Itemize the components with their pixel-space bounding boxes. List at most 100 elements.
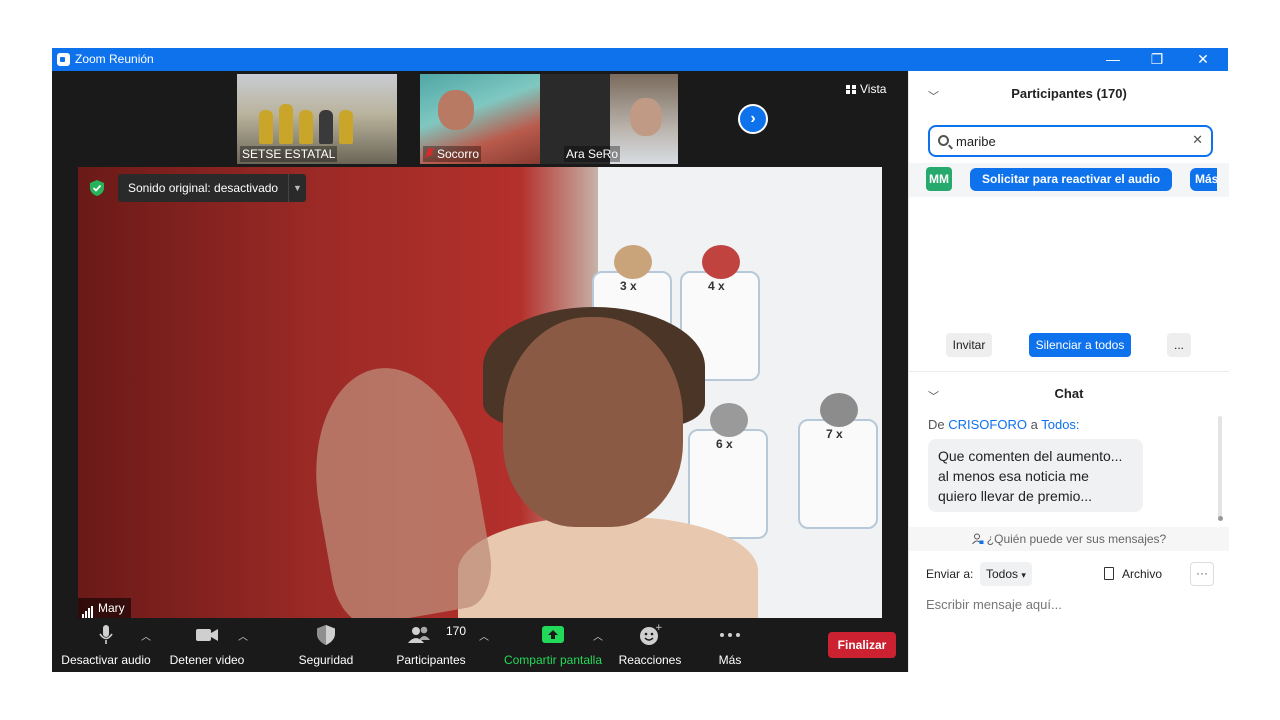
chevron-down-icon[interactable]: ▼ [288, 174, 306, 202]
signal-strength-icon [82, 598, 94, 618]
share-screen-button[interactable]: Compartir pantalla [500, 618, 606, 672]
send-to-label: Enviar a: [926, 567, 974, 581]
video-options-caret[interactable]: ︿ [238, 628, 248, 643]
more-button[interactable]: Más [702, 618, 758, 672]
reactions-button[interactable]: + Reacciones [616, 618, 684, 672]
audio-options-caret[interactable]: ︿ [141, 628, 151, 643]
mute-all-button[interactable]: Silenciar a todos [1029, 333, 1131, 357]
from-prefix: De [928, 417, 945, 432]
chat-more-button[interactable]: ··· [1190, 562, 1214, 586]
thumbnail-video[interactable]: Socorro [420, 74, 540, 164]
next-page-button[interactable]: › [738, 104, 768, 134]
chat-panel-title: Chat [1054, 386, 1084, 401]
share-options-caret[interactable]: ︿ [593, 628, 603, 643]
title-bar: Zoom Reunión — ❐ ✕ [52, 48, 1228, 71]
chat-scrollbar[interactable] [1218, 416, 1222, 520]
more-label: Más [718, 653, 742, 667]
who-can-see-messages-link[interactable]: ¿Quién puede ver sus mensajes? [909, 527, 1229, 551]
invite-button[interactable]: Invitar [946, 333, 992, 357]
mic-muted-icon [424, 147, 435, 159]
chat-message-line: Que comenten del aumento... [938, 448, 1123, 464]
file-icon [1104, 567, 1114, 580]
participant-name: Socorro [423, 146, 482, 162]
security-button[interactable]: Seguridad [288, 618, 364, 672]
mute-audio-button[interactable]: Desactivar audio [58, 618, 154, 672]
participant-more-button[interactable]: Más [1190, 168, 1217, 191]
share-screen-label: Compartir pantalla [503, 653, 603, 667]
participant-name: Ara SeRo [564, 146, 621, 162]
window-title: Zoom Reunión [75, 52, 154, 66]
participants-more-button[interactable]: ... [1167, 333, 1191, 357]
participants-panel-title: Participantes (170) [1011, 86, 1127, 101]
scroll-thumb[interactable] [1218, 516, 1223, 521]
restore-button[interactable]: ❐ [1134, 48, 1180, 71]
stop-video-label: Detener video [169, 653, 245, 667]
participant-name-text: Socorro [437, 147, 480, 161]
poster-label: 6 x [716, 437, 733, 451]
participants-count: 170 [446, 624, 467, 638]
screen: Zoom Reunión — ❐ ✕ SETSE ESTATAL Socorro [0, 0, 1280, 720]
participant-name: SETSE ESTATAL [240, 146, 338, 162]
request-unmute-button[interactable]: Solicitar para reactivar el audio [970, 168, 1173, 191]
end-meeting-button[interactable]: Finalizar [828, 632, 896, 658]
view-label: Vista [860, 82, 887, 96]
stop-video-button[interactable]: Detener video [164, 618, 250, 672]
search-icon [938, 135, 949, 146]
mute-audio-label: Desactivar audio [61, 653, 151, 667]
speaker-name-tag: Mary [78, 598, 131, 618]
thumbnail-video[interactable] [610, 74, 678, 164]
security-label: Seguridad [298, 653, 354, 667]
participant-search-input[interactable] [956, 132, 1176, 150]
meeting-area: SETSE ESTATAL Socorro Ara SeRo › Vista 4… [52, 71, 908, 672]
participant-row[interactable]: MM Solicitar para reactivar el audio Más [909, 163, 1229, 197]
multiplication-poster: 6 x [688, 403, 768, 539]
original-sound-toggle[interactable]: Sonido original: desactivado ▼ [118, 174, 306, 202]
chevron-down-icon: ▾ [1021, 570, 1026, 580]
close-button[interactable]: ✕ [1180, 48, 1226, 71]
who-can-see-label: ¿Quién puede ver sus mensajes? [986, 532, 1167, 546]
original-sound-label: Sonido original: desactivado [128, 181, 279, 195]
chat-recipient: Todos: [1041, 417, 1080, 432]
zoom-app-icon [57, 53, 70, 66]
chat-sender[interactable]: CRISOFORO [948, 417, 1027, 432]
file-button[interactable]: Archivo [1104, 567, 1162, 581]
grid-view-icon [846, 85, 856, 94]
view-button[interactable]: Vista [846, 82, 886, 96]
svg-text:+: + [655, 624, 662, 633]
zoom-window: Zoom Reunión — ❐ ✕ SETSE ESTATAL Socorro [52, 48, 1229, 672]
chat-message-input[interactable] [926, 593, 1216, 615]
poster-label: 3 x [620, 279, 637, 293]
speaker-face [503, 317, 683, 527]
shield-icon [317, 625, 335, 645]
divider [909, 371, 1229, 372]
close-icon[interactable]: ✕ [1192, 132, 1203, 148]
chat-message-line: al menos esa noticia me [938, 468, 1089, 484]
chat-message-line: quiero llevar de premio... [938, 488, 1093, 504]
send-to-dropdown[interactable]: Todos ▾ [980, 562, 1032, 586]
video-camera-icon [196, 629, 218, 641]
poster-label: 7 x [826, 427, 843, 441]
microphone-icon [99, 625, 113, 644]
meeting-toolbar: Desactivar audio ︿ Detener video ︿ Segur… [52, 618, 908, 672]
smiley-add-icon: + [640, 624, 662, 645]
minimize-button[interactable]: — [1090, 48, 1136, 71]
person-lock-icon [971, 533, 984, 545]
chat-message-header: De CRISOFORO a Todos: [928, 417, 1080, 432]
participants-options-caret[interactable]: ︿ [479, 628, 489, 643]
avatar: MM [926, 167, 952, 191]
multiplication-poster: 7 x [798, 393, 878, 529]
poster-label: 4 x [708, 279, 725, 293]
participants-label: Participantes [396, 653, 466, 667]
send-to-value: Todos [986, 567, 1019, 581]
participants-button[interactable]: 170 Participantes [392, 618, 470, 672]
chat-message-bubble: Que comenten del aumento... al menos esa… [928, 439, 1143, 512]
reactions-label: Reacciones [618, 653, 682, 667]
thumbnail-video[interactable]: SETSE ESTATAL [237, 74, 397, 164]
chevron-right-icon: › [750, 110, 756, 127]
more-dots-icon [720, 633, 740, 637]
participant-search-box[interactable]: ✕ [928, 125, 1213, 157]
encryption-shield-icon [90, 180, 104, 196]
waving-hand [297, 355, 499, 618]
participants-icon [408, 626, 430, 643]
active-speaker-video: 4 x 3 x 6 x 7 x Sonido original: desacti… [78, 167, 882, 618]
